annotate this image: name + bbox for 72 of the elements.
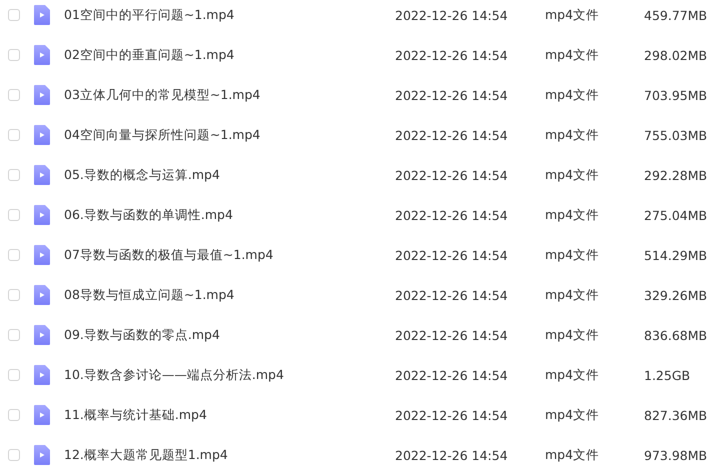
file-size: 827.36MB (644, 408, 708, 422)
modified-date: 2022-12-26 14:54 (395, 208, 509, 222)
modified-date: 2022-12-26 14:54 (395, 48, 509, 62)
checkbox[interactable] (8, 409, 20, 421)
file-type: mp4文件 (545, 286, 600, 304)
checkbox[interactable] (8, 249, 20, 261)
modified-date: 2022-12-26 14:54 (395, 128, 509, 142)
video-file-icon (34, 165, 50, 185)
file-type: mp4文件 (545, 446, 600, 464)
modified-date: 2022-12-26 14:54 (395, 8, 509, 22)
video-file-icon (34, 205, 50, 225)
modified-date: 2022-12-26 14:54 (395, 368, 509, 382)
file-name[interactable]: 08导数与恒成立问题~1.mp4 (64, 286, 395, 304)
video-file-icon (34, 445, 50, 465)
file-size: 836.68MB (644, 328, 708, 342)
checkbox[interactable] (8, 209, 20, 221)
file-size: 329.26MB (644, 288, 708, 302)
checkbox[interactable] (8, 449, 20, 461)
file-type: mp4文件 (545, 326, 600, 344)
file-size: 292.28MB (644, 168, 708, 182)
file-type: mp4文件 (545, 246, 600, 264)
video-file-icon (34, 365, 50, 385)
video-file-icon (34, 5, 50, 25)
file-name[interactable]: 05.导数的概念与运算.mp4 (64, 166, 395, 184)
file-type: mp4文件 (545, 166, 600, 184)
video-file-icon (34, 85, 50, 105)
checkbox[interactable] (8, 89, 20, 101)
file-type: mp4文件 (545, 206, 600, 224)
checkbox[interactable] (8, 49, 20, 61)
file-type: mp4文件 (545, 6, 600, 24)
file-size: 973.98MB (644, 448, 708, 462)
file-name[interactable]: 11.概率与统计基础.mp4 (64, 406, 395, 424)
file-name[interactable]: 06.导数与函数的单调性.mp4 (64, 206, 395, 224)
modified-date: 2022-12-26 14:54 (395, 288, 509, 302)
modified-date: 2022-12-26 14:54 (395, 248, 509, 262)
file-size: 703.95MB (644, 88, 708, 102)
file-name[interactable]: 07导数与函数的极值与最值~1.mp4 (64, 246, 395, 264)
file-name[interactable]: 12.概率大题常见题型1.mp4 (64, 446, 395, 464)
file-size: 514.29MB (644, 248, 708, 262)
file-type: mp4文件 (545, 366, 600, 384)
file-type: mp4文件 (545, 86, 600, 104)
file-name[interactable]: 10.导数含参讨论——端点分析法.mp4 (64, 366, 395, 384)
file-size: 755.03MB (644, 128, 708, 142)
video-file-icon (34, 285, 50, 305)
video-file-icon (34, 125, 50, 145)
file-size: 459.77MB (644, 8, 708, 22)
checkbox[interactable] (8, 169, 20, 181)
checkbox[interactable] (8, 129, 20, 141)
file-type: mp4文件 (545, 126, 600, 144)
modified-date: 2022-12-26 14:54 (395, 168, 509, 182)
file-name[interactable]: 09.导数与函数的零点.mp4 (64, 326, 395, 344)
file-size: 275.04MB (644, 208, 708, 222)
checkbox[interactable] (8, 369, 20, 381)
checkbox[interactable] (8, 9, 20, 21)
file-name[interactable]: 02空间中的垂直问题~1.mp4 (64, 46, 395, 64)
file-name[interactable]: 01空间中的平行问题~1.mp4 (64, 6, 395, 24)
video-file-icon (34, 325, 50, 345)
video-file-icon (34, 405, 50, 425)
video-file-icon (34, 45, 50, 65)
file-name[interactable]: 03立体几何中的常见模型~1.mp4 (64, 86, 395, 104)
modified-date: 2022-12-26 14:54 (395, 408, 509, 422)
file-name[interactable]: 04空间向量与探所性问题~1.mp4 (64, 126, 395, 144)
modified-date: 2022-12-26 14:54 (395, 448, 509, 462)
checkbox[interactable] (8, 329, 20, 341)
file-type: mp4文件 (545, 46, 600, 64)
checkbox[interactable] (8, 289, 20, 301)
modified-date: 2022-12-26 14:54 (395, 88, 509, 102)
file-size: 1.25GB (644, 368, 692, 382)
file-type: mp4文件 (545, 406, 600, 424)
video-file-icon (34, 245, 50, 265)
file-size: 298.02MB (644, 48, 708, 62)
modified-date: 2022-12-26 14:54 (395, 328, 509, 342)
